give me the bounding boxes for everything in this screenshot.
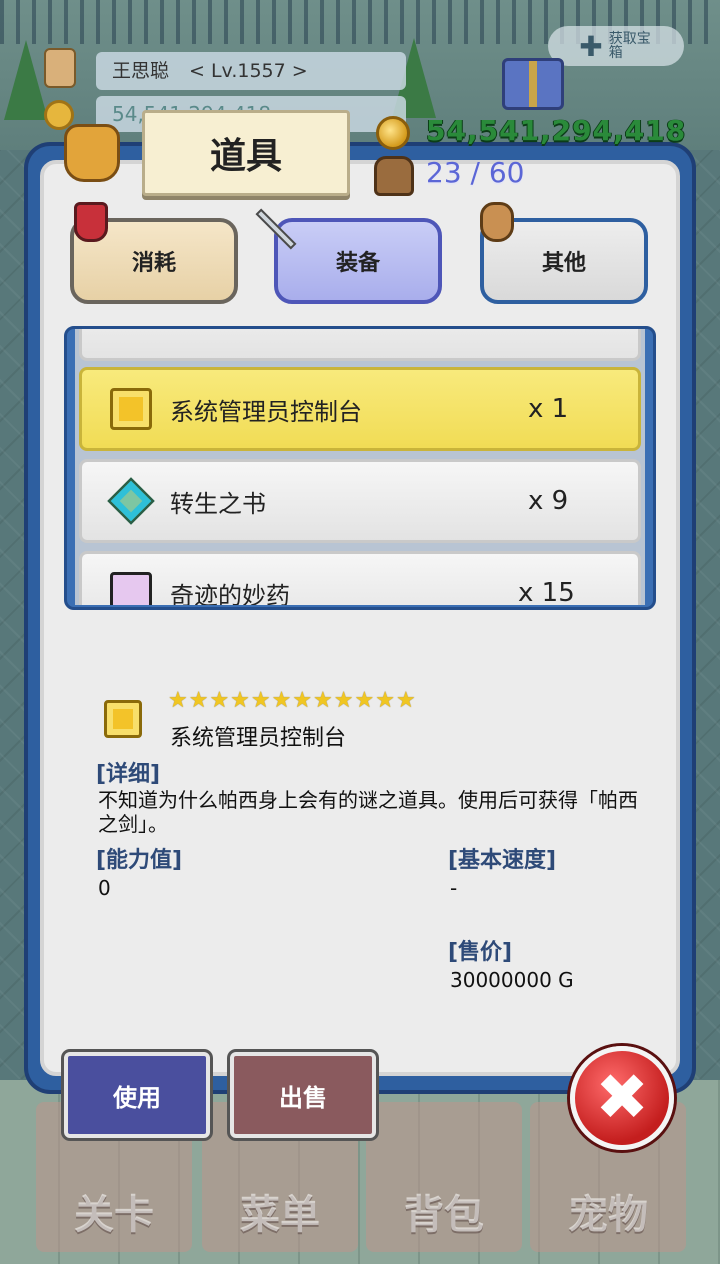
tab-equipment-label: 装备	[335, 251, 380, 276]
plus-icon: ✚	[579, 29, 603, 63]
panel-title: 道具	[142, 110, 350, 196]
item-name: 系统管理员控制台	[170, 397, 362, 426]
player-name: 王思聪	[112, 60, 170, 82]
tab-equipment[interactable]: 装备	[255, 208, 442, 304]
gold-coin-icon	[376, 116, 410, 150]
backpack-icon	[374, 156, 414, 196]
item-list-scroll[interactable]: 系统管理员控制台 x 1 转生之书 x 9 奇迹的妙药 x 15	[75, 329, 645, 605]
player-avatar[interactable]	[44, 48, 76, 88]
rarity-stars: ★★★★★★★★★★★★	[168, 688, 417, 713]
get-chest-label: 获取宝箱	[608, 31, 651, 61]
item-name: 转生之书	[170, 489, 266, 518]
gift-box-icon[interactable]	[502, 58, 564, 110]
tab-consumables[interactable]: 消耗	[70, 202, 238, 304]
player-level: < Lv.1557 >	[189, 60, 308, 82]
tab-other-label: 其他	[541, 251, 586, 276]
treasure-box-icon	[110, 388, 152, 430]
nav-backpack[interactable]: 背包	[366, 1102, 522, 1252]
item-quantity: x 15	[518, 578, 575, 605]
detail-label: [详细]	[96, 762, 161, 787]
item-name: 奇迹的妙药	[170, 581, 290, 606]
item-quantity: x 1	[528, 394, 569, 424]
gold-amount: 54,541,294,418	[426, 114, 687, 147]
list-item-selected[interactable]: 系统管理员控制台 x 1	[79, 367, 641, 451]
speed-label: [基本速度]	[448, 848, 557, 873]
get-chest-button[interactable]: ✚ 获取宝箱	[548, 26, 684, 66]
list-item[interactable]: 奇迹的妙药 x 15	[79, 551, 641, 605]
potion-icon	[74, 202, 108, 242]
item-list[interactable]: 系统管理员控制台 x 1 转生之书 x 9 奇迹的妙药 x 15	[64, 326, 656, 610]
item-description: 不知道为什么帕西身上会有的谜之道具。使用后可获得「帕西之剑」。	[98, 788, 638, 836]
item-bag-icon	[64, 124, 120, 182]
tree-decoration	[4, 40, 48, 120]
list-item-partial[interactable]	[79, 329, 641, 361]
price-label: [售价]	[448, 940, 513, 965]
ability-value: 0	[98, 876, 111, 900]
book-icon	[107, 477, 155, 525]
close-button[interactable]: ✖	[570, 1046, 674, 1150]
treasure-box-icon	[104, 700, 142, 738]
speed-value: -	[450, 876, 458, 900]
sack-icon	[480, 202, 514, 242]
inventory-capacity: 23 / 60	[426, 156, 525, 189]
close-icon: ✖	[595, 1061, 649, 1135]
price-value: 30000000 G	[450, 968, 574, 992]
tab-consumables-label: 消耗	[131, 251, 176, 276]
player-name-bar: 王思聪 < Lv.1557 >	[96, 52, 406, 90]
use-button[interactable]: 使用	[64, 1052, 210, 1138]
sell-button[interactable]: 出售	[230, 1052, 376, 1138]
list-item[interactable]: 转生之书 x 9	[79, 459, 641, 543]
item-quantity: x 9	[528, 486, 569, 516]
ability-label: [能力值]	[96, 848, 183, 873]
tab-other[interactable]: 其他	[480, 202, 648, 304]
detail-item-name: 系统管理员控制台	[170, 726, 347, 751]
flask-icon	[110, 572, 152, 605]
